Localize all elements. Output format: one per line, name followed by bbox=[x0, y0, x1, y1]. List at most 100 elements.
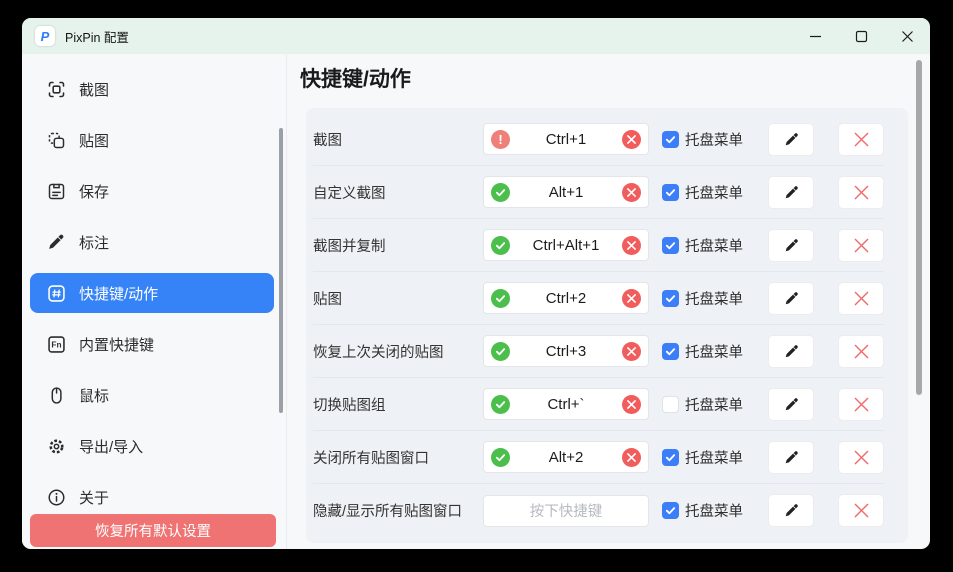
hotkey-row: 贴图 Ctrl+2 托盘菜单 bbox=[313, 272, 884, 325]
tray-menu-label: 托盘菜单 bbox=[685, 235, 743, 256]
sidebar-item-mouse[interactable]: 鼠标 bbox=[30, 375, 274, 415]
edit-hotkey-button[interactable] bbox=[768, 441, 814, 474]
hotkey-clear-icon[interactable] bbox=[622, 289, 641, 308]
tray-menu-checkbox[interactable] bbox=[662, 184, 679, 201]
check-icon bbox=[665, 134, 676, 145]
pencil-icon bbox=[783, 449, 800, 466]
delete-x-icon bbox=[853, 396, 870, 413]
tray-menu-checkbox[interactable] bbox=[662, 396, 679, 413]
sidebar-item-builtin[interactable]: Fn 内置快捷键 bbox=[30, 324, 274, 364]
check-icon bbox=[665, 240, 676, 251]
pencil-icon bbox=[783, 237, 800, 254]
sidebar-scrollbar-thumb[interactable] bbox=[279, 128, 283, 413]
tray-menu-checkbox[interactable] bbox=[662, 290, 679, 307]
delete-hotkey-button[interactable] bbox=[838, 123, 884, 156]
hotkey-value: Ctrl+3 bbox=[510, 343, 622, 360]
minimize-button[interactable] bbox=[792, 18, 838, 54]
edit-hotkey-button[interactable] bbox=[768, 176, 814, 209]
hotkey-row: 自定义截图 Alt+1 托盘菜单 bbox=[313, 166, 884, 219]
hotkey-row: 隐藏/显示所有贴图窗口 按下快捷键 托盘菜单 bbox=[313, 484, 884, 537]
pencil-icon bbox=[783, 502, 800, 519]
sidebar-item-label: 快捷键/动作 bbox=[79, 283, 158, 304]
tray-menu-checkbox[interactable] bbox=[662, 502, 679, 519]
delete-hotkey-button[interactable] bbox=[838, 335, 884, 368]
content-scrollbar-thumb[interactable] bbox=[916, 60, 922, 395]
main-content: 快捷键/动作 截图 ! Ctrl+1 托盘菜单 自定义截图 Alt+1 bbox=[287, 54, 930, 549]
hotkey-row: 截图并复制 Ctrl+Alt+1 托盘菜单 bbox=[313, 219, 884, 272]
close-button[interactable] bbox=[884, 18, 930, 54]
maximize-button[interactable] bbox=[838, 18, 884, 54]
delete-hotkey-button[interactable] bbox=[838, 176, 884, 209]
sidebar-item-label: 保存 bbox=[79, 181, 109, 202]
sidebar-item-screenshot[interactable]: 截图 bbox=[30, 69, 274, 109]
hotkey-input[interactable]: Alt+2 bbox=[483, 441, 649, 473]
hotkey-clear-icon[interactable] bbox=[622, 130, 641, 149]
delete-hotkey-button[interactable] bbox=[838, 441, 884, 474]
hotkey-input[interactable]: Alt+1 bbox=[483, 176, 649, 208]
hotkey-row: 截图 ! Ctrl+1 托盘菜单 bbox=[313, 113, 884, 166]
screenshot-icon bbox=[45, 78, 67, 100]
mouse-icon bbox=[45, 384, 67, 406]
tray-menu-checkbox[interactable] bbox=[662, 131, 679, 148]
pin-image-icon bbox=[45, 129, 67, 151]
hotkey-status-icon bbox=[491, 236, 510, 255]
hotkey-input[interactable]: ! Ctrl+1 bbox=[483, 123, 649, 155]
edit-hotkey-button[interactable] bbox=[768, 282, 814, 315]
edit-hotkey-button[interactable] bbox=[768, 335, 814, 368]
edit-hotkey-button[interactable] bbox=[768, 229, 814, 262]
reset-defaults-button[interactable]: 恢复所有默认设置 bbox=[30, 514, 276, 547]
close-icon bbox=[901, 30, 914, 43]
hotkey-row-label: 切换贴图组 bbox=[313, 394, 483, 415]
page-title: 快捷键/动作 bbox=[300, 63, 930, 93]
hotkey-status-icon: ! bbox=[491, 130, 510, 149]
check-icon bbox=[665, 452, 676, 463]
hotkey-value: Ctrl+Alt+1 bbox=[510, 237, 622, 254]
hotkey-value: Ctrl+2 bbox=[510, 290, 622, 307]
tray-menu-checkbox[interactable] bbox=[662, 449, 679, 466]
hotkey-input[interactable]: Ctrl+Alt+1 bbox=[483, 229, 649, 261]
delete-x-icon bbox=[853, 131, 870, 148]
delete-x-icon bbox=[853, 449, 870, 466]
sidebar-item-annotate[interactable]: 标注 bbox=[30, 222, 274, 262]
sidebar-item-label: 内置快捷键 bbox=[79, 334, 154, 355]
hotkey-input[interactable]: Ctrl+2 bbox=[483, 282, 649, 314]
tray-menu-label: 托盘菜单 bbox=[685, 288, 743, 309]
hotkey-row-label: 恢复上次关闭的贴图 bbox=[313, 341, 483, 362]
sidebar-item-pin[interactable]: 贴图 bbox=[30, 120, 274, 160]
edit-hotkey-button[interactable] bbox=[768, 494, 814, 527]
hotkey-status-icon bbox=[491, 448, 510, 467]
hotkey-status-icon bbox=[491, 289, 510, 308]
sidebar-item-hotkeys[interactable]: 快捷键/动作 bbox=[30, 273, 274, 313]
delete-hotkey-button[interactable] bbox=[838, 282, 884, 315]
delete-hotkey-button[interactable] bbox=[838, 494, 884, 527]
sidebar-item-label: 截图 bbox=[79, 79, 109, 100]
pencil-icon bbox=[783, 184, 800, 201]
edit-hotkey-button[interactable] bbox=[768, 123, 814, 156]
hotkey-clear-icon[interactable] bbox=[622, 342, 641, 361]
hotkey-input[interactable]: Ctrl+` bbox=[483, 388, 649, 420]
hotkey-list-card: 截图 ! Ctrl+1 托盘菜单 自定义截图 Alt+1 bbox=[306, 108, 908, 543]
sidebar-item-save[interactable]: 保存 bbox=[30, 171, 274, 211]
pixpin-logo-icon: P bbox=[35, 26, 55, 46]
hotkey-clear-icon[interactable] bbox=[622, 183, 641, 202]
hotkey-clear-icon[interactable] bbox=[622, 448, 641, 467]
hotkey-row: 恢复上次关闭的贴图 Ctrl+3 托盘菜单 bbox=[313, 325, 884, 378]
hotkey-value: Alt+1 bbox=[510, 184, 622, 201]
delete-x-icon bbox=[853, 237, 870, 254]
tray-menu-checkbox[interactable] bbox=[662, 237, 679, 254]
sidebar-item-about[interactable]: 关于 bbox=[30, 477, 274, 517]
edit-hotkey-button[interactable] bbox=[768, 388, 814, 421]
hotkey-value: Ctrl+` bbox=[510, 396, 622, 413]
delete-hotkey-button[interactable] bbox=[838, 229, 884, 262]
hotkey-input[interactable]: Ctrl+3 bbox=[483, 335, 649, 367]
check-icon bbox=[665, 505, 676, 516]
hotkey-input[interactable]: 按下快捷键 bbox=[483, 495, 649, 527]
hotkey-status-icon bbox=[491, 395, 510, 414]
hotkey-row-label: 截图 bbox=[313, 129, 483, 150]
hotkey-clear-icon[interactable] bbox=[622, 236, 641, 255]
delete-hotkey-button[interactable] bbox=[838, 388, 884, 421]
sidebar-item-export[interactable]: 导出/导入 bbox=[30, 426, 274, 466]
tray-menu-checkbox[interactable] bbox=[662, 343, 679, 360]
pencil-icon bbox=[783, 131, 800, 148]
hotkey-clear-icon[interactable] bbox=[622, 395, 641, 414]
